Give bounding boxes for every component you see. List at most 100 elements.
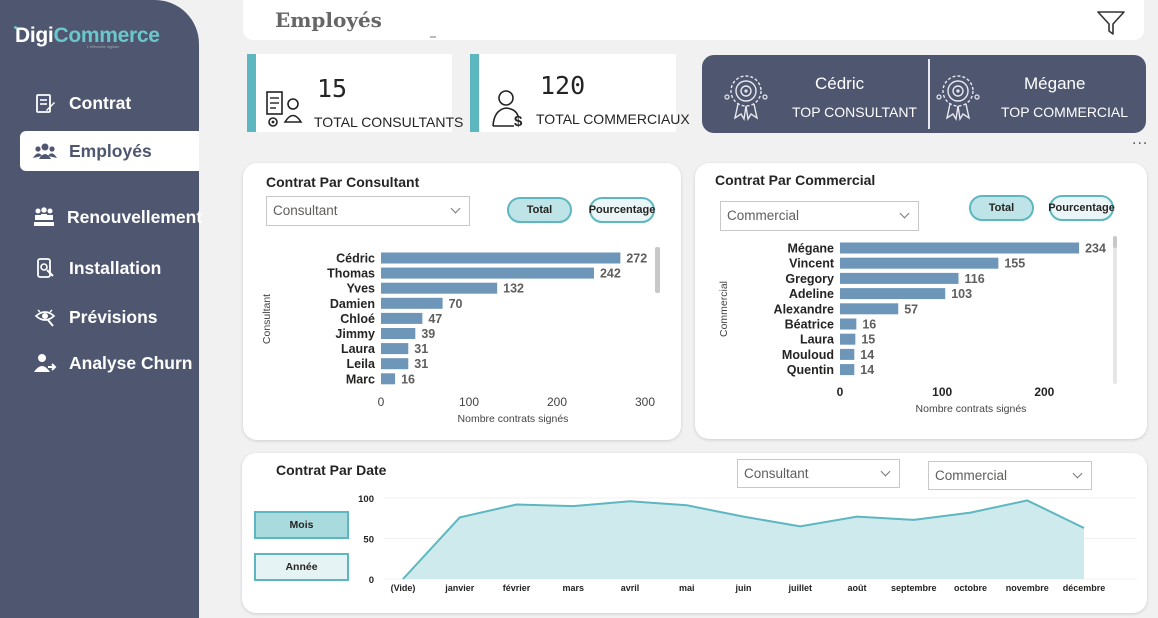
data-label: 31 — [414, 342, 428, 356]
x-tick-label: 200 — [1034, 385, 1054, 399]
sidebar-item-analyse-churn[interactable]: Analyse Churn — [20, 343, 199, 383]
consultant-icon — [266, 91, 303, 127]
title-underline — [430, 36, 436, 38]
data-label: 70 — [449, 297, 463, 311]
bar[interactable] — [840, 288, 946, 300]
data-label: 242 — [600, 267, 621, 281]
bar[interactable] — [840, 364, 855, 376]
category-label: Gregory — [785, 272, 834, 286]
y-tick-label: 100 — [358, 494, 374, 505]
y-axis-label: Commercial — [718, 281, 730, 337]
logo-tagline: L'efficacité digitale — [87, 44, 120, 49]
date-chart-card: Contrat Par Date Consultant Commercial M… — [242, 453, 1147, 613]
category-label: Alexandre — [774, 302, 834, 316]
kpi-commerciaux-label: TOTAL COMMERCIAUX — [536, 111, 690, 127]
x-tick-label: mai — [679, 583, 695, 593]
bar[interactable] — [381, 373, 396, 385]
y-axis-label: Consultant — [261, 294, 273, 344]
commercial-bar-chart: Mégane 234 Vincent 155 Gregory 116 Adeline 103 A… — [718, 236, 1117, 415]
award-badge-icon — [936, 75, 980, 121]
data-label: 57 — [904, 302, 918, 316]
bar[interactable] — [381, 282, 498, 294]
date-area-chart: 0 50 100 (Vide) janvier février mars avril mai ju… — [358, 494, 1137, 593]
data-label: 155 — [1004, 257, 1025, 271]
sidebar-item-contrat[interactable]: Contrat — [20, 83, 199, 123]
x-tick-label: mars — [562, 583, 584, 593]
x-tick-label: 0 — [837, 385, 844, 399]
x-tick-label: août — [848, 583, 867, 593]
top-consultant-role: TOP CONSULTANT — [792, 104, 917, 120]
data-label: 39 — [421, 327, 435, 341]
category-label: Béatrice — [785, 318, 834, 332]
sidebar-item-renouvellement[interactable]: Renouvellement — [20, 197, 202, 237]
x-tick-label: novembre — [1006, 583, 1049, 593]
bar[interactable] — [840, 242, 1080, 254]
bar[interactable] — [381, 297, 443, 309]
bar[interactable] — [381, 358, 409, 370]
bar[interactable] — [840, 318, 857, 330]
chart-scrollbar[interactable] — [1113, 236, 1117, 248]
x-tick-label: (Vide) — [391, 583, 416, 593]
chart-scrollbar-track[interactable] — [1113, 236, 1117, 384]
kpi-accent-bar — [247, 54, 256, 132]
bar[interactable] — [840, 348, 855, 360]
commercial-chart-card: Contrat Par Commercial Commercial Total … — [695, 163, 1147, 439]
sidebar-item-previsions[interactable]: Prévisions — [20, 297, 199, 337]
bar[interactable] — [381, 343, 409, 355]
kpi-consultants-label: TOTAL CONSULTANTS — [314, 114, 464, 130]
top-commercial-name: Mégane — [1024, 74, 1086, 93]
x-tick-label: février — [503, 583, 531, 593]
install-icon — [32, 257, 58, 279]
bar[interactable] — [381, 328, 416, 339]
category-label: Laura — [800, 333, 835, 347]
data-label: 47 — [428, 312, 442, 326]
x-tick-label: janvier — [444, 583, 475, 593]
bar[interactable] — [840, 257, 999, 269]
sidebar-item-label: Analyse Churn — [69, 352, 193, 373]
x-tick-label: avril — [621, 583, 640, 593]
data-label: 16 — [862, 318, 876, 332]
sidebar-item-label: Contrat — [69, 92, 132, 113]
bar[interactable] — [381, 252, 621, 264]
bar[interactable] — [381, 267, 594, 279]
category-label: Marc — [346, 372, 375, 386]
bar[interactable] — [840, 303, 899, 315]
x-tick-label: septembre — [891, 583, 937, 593]
consultant-chart-card: Contrat Par Consultant Consultant Total … — [243, 163, 681, 440]
x-tick-label: 200 — [547, 395, 567, 409]
sidebar-item-label: Prévisions — [69, 306, 158, 327]
contract-icon — [32, 92, 58, 114]
more-options-icon[interactable]: ··· — [1132, 136, 1148, 152]
bar[interactable] — [381, 312, 423, 324]
chart-scrollbar[interactable] — [655, 247, 660, 293]
category-label: Cédric — [336, 252, 375, 266]
sidebar-item-installation[interactable]: Installation — [20, 248, 199, 288]
bar[interactable] — [840, 272, 959, 284]
category-label: Leila — [347, 357, 377, 371]
x-tick-label: 100 — [932, 385, 952, 399]
page-title: Employés — [275, 8, 382, 32]
category-label: Quentin — [787, 363, 834, 377]
title-bar: Employés — [243, 0, 1144, 40]
category-label: Chloé — [340, 312, 375, 326]
x-tick-label: 0 — [378, 395, 385, 409]
top-commercial-role: TOP COMMERCIAL — [1001, 104, 1129, 120]
sidebar-item-employes[interactable]: Employés — [20, 131, 199, 171]
category-label: Vincent — [789, 257, 835, 271]
data-label: 15 — [861, 333, 875, 347]
category-label: Yves — [346, 282, 375, 296]
y-tick-label: 0 — [369, 575, 374, 586]
app-logo: DigiCommerce L'efficacité digitale — [15, 24, 160, 49]
data-label: 103 — [951, 287, 972, 301]
data-label: 14 — [860, 363, 874, 377]
consultant-bar-chart: Cédric 272 Thomas 242 Yves 132 Damien 70 Chloé 47… — [261, 247, 660, 425]
data-label: 16 — [401, 372, 415, 386]
top-performers-panel: Cédric TOP CONSULTANT Mégane TOP COMMERC… — [702, 55, 1146, 133]
data-label: 116 — [965, 272, 985, 286]
kpi-accent-bar — [470, 54, 479, 132]
bar[interactable] — [840, 333, 856, 345]
group-icon — [32, 206, 56, 228]
forecast-icon — [32, 306, 58, 328]
filter-icon[interactable] — [1096, 9, 1126, 37]
category-label: Mégane — [787, 242, 834, 256]
